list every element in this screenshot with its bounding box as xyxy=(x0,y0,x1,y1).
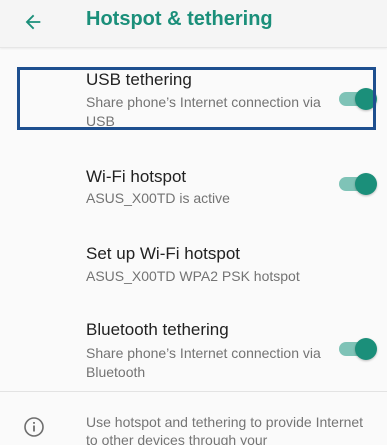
switch-thumb xyxy=(355,338,377,360)
app-bar: Hotspot & tethering xyxy=(0,0,387,48)
bluetooth-tethering-switch[interactable] xyxy=(339,336,379,362)
setup-wifi-hotspot-title: Set up Wi-Fi hotspot xyxy=(86,244,241,263)
bluetooth-tethering-summary: Share phone’s Internet connection via Bl… xyxy=(86,345,321,380)
info-icon xyxy=(24,417,44,437)
setup-wifi-hotspot-setting[interactable]: Set up Wi-Fi hotspot ASUS_X00TD WPA2 PSK… xyxy=(0,230,387,300)
wifi-hotspot-switch[interactable] xyxy=(339,171,379,197)
switch-thumb xyxy=(355,173,377,195)
wifi-hotspot-setting[interactable]: Wi-Fi hotspot ASUS_X00TD is active xyxy=(0,150,387,220)
arrow-left-icon xyxy=(25,14,41,30)
back-button[interactable] xyxy=(17,8,49,36)
footer-info-text: Use hotspot and tethering to provide Int… xyxy=(86,414,364,445)
bluetooth-tethering-setting[interactable]: Bluetooth tethering Share phone’s Intern… xyxy=(0,310,387,385)
focus-highlight-box xyxy=(17,67,376,130)
page-title: Hotspot & tethering xyxy=(86,8,273,30)
setup-wifi-hotspot-summary: ASUS_X00TD WPA2 PSK hotspot xyxy=(86,268,300,284)
wifi-hotspot-title: Wi-Fi hotspot xyxy=(86,167,187,186)
divider xyxy=(0,391,387,392)
bluetooth-tethering-title: Bluetooth tethering xyxy=(86,320,229,339)
hotspot-tethering-screen: Hotspot & tethering USB tethering Share … xyxy=(0,0,387,445)
wifi-hotspot-summary: ASUS_X00TD is active xyxy=(86,190,230,206)
